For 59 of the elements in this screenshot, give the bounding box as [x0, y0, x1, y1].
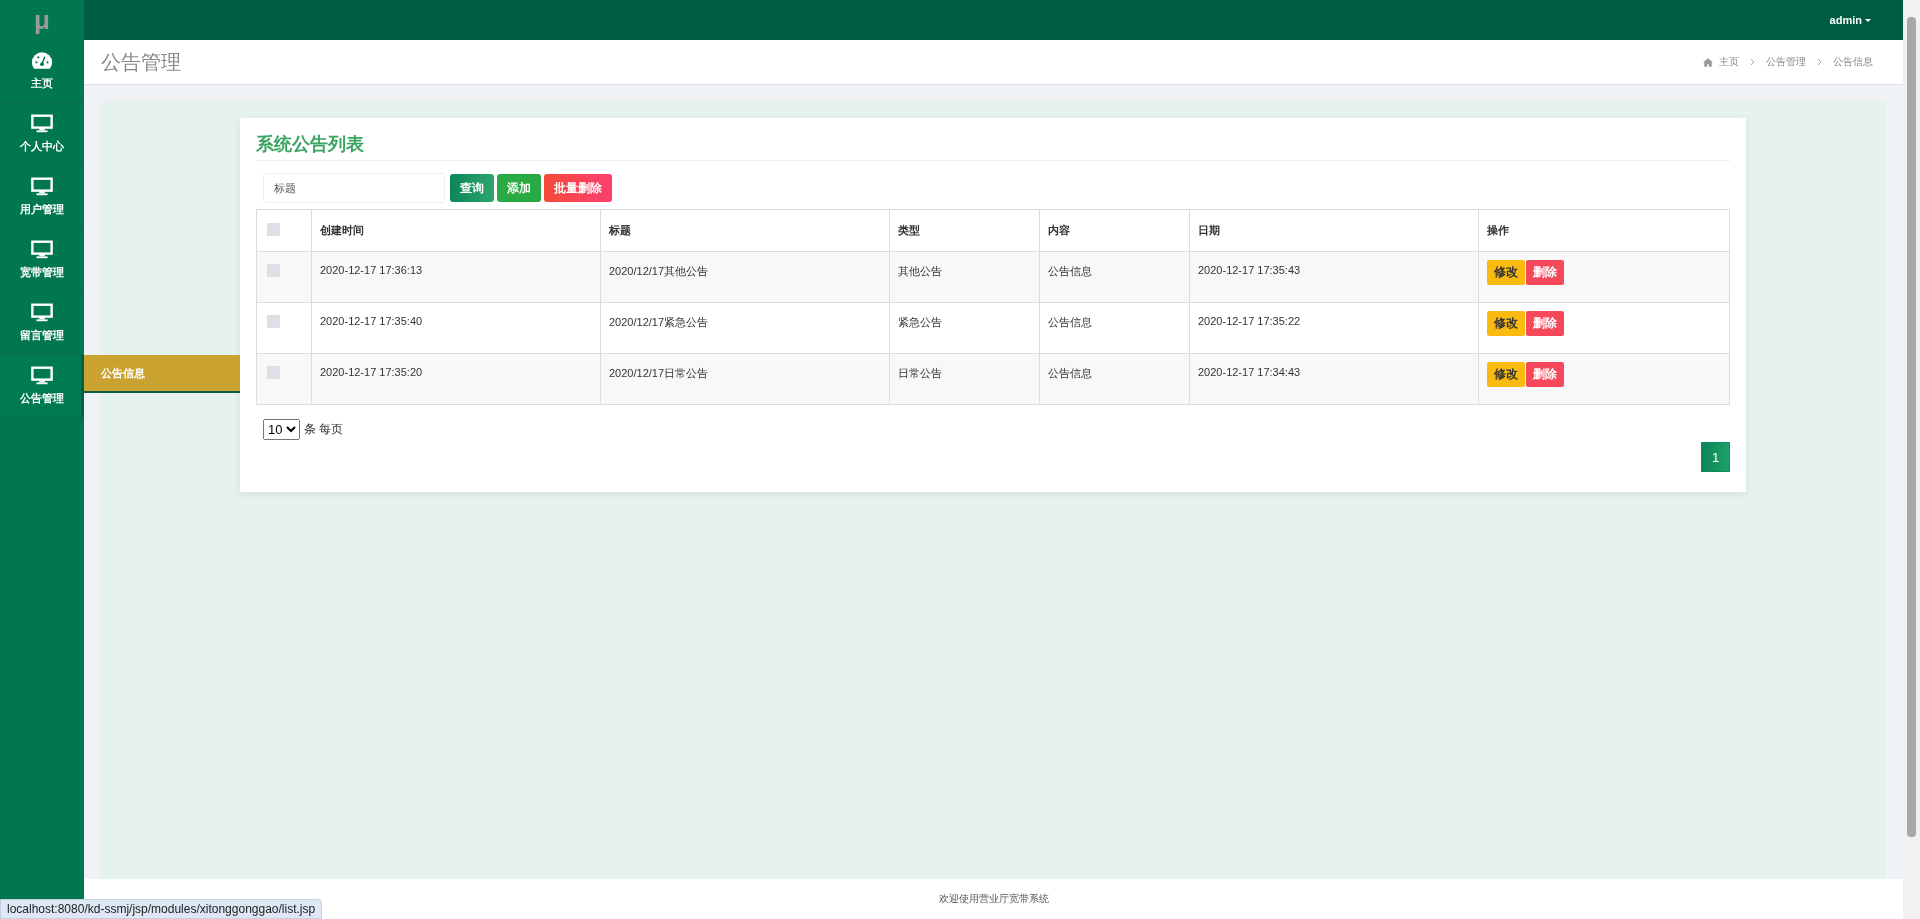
monitor-icon — [31, 177, 53, 196]
page-title: 公告管理 — [101, 49, 181, 75]
table-cell: 公告信息 — [1039, 251, 1190, 303]
monitor-icon — [31, 303, 53, 322]
checkbox[interactable] — [267, 223, 280, 236]
sidebar-item[interactable]: 公告管理 — [0, 355, 84, 418]
table-cell: 2020-12-17 17:35:40 — [311, 302, 601, 354]
status-url: localhost:8080/kd-ssmj/jsp/modules/xitonggonggao/list.jsp — [0, 899, 323, 919]
breadcrumb-link[interactable]: 公告信息 — [1833, 55, 1873, 69]
table-cell: 2020/12/17紧急公告 — [600, 302, 890, 354]
home-icon — [1703, 57, 1713, 67]
breadcrumb-link[interactable]: 公告管理 — [1766, 55, 1806, 69]
search-field[interactable]: 标题 — [263, 173, 445, 203]
row-action-button[interactable]: 修改 — [1487, 311, 1525, 336]
table-cell: 2020-12-17 17:35:43 — [1189, 251, 1479, 303]
table-cell: 2020-12-17 17:35:22 — [1189, 302, 1479, 354]
table-cell: 日常公告 — [889, 353, 1040, 405]
chevron-icon — [1750, 58, 1755, 66]
page-button[interactable]: 1 — [1701, 442, 1730, 472]
row-action-button[interactable]: 修改 — [1487, 260, 1525, 285]
table-cell: 2020-12-17 17:34:43 — [1189, 353, 1479, 405]
breadcrumb-link[interactable]: 主页 — [1719, 55, 1739, 69]
toolbar-button[interactable]: 添加 — [497, 174, 541, 202]
row-action-button[interactable]: 删除 — [1526, 260, 1564, 285]
column-header: 类型 — [889, 209, 1040, 252]
page-size-label: 条 每页 — [304, 421, 344, 438]
column-header: 标题 — [600, 209, 890, 252]
monitor-icon — [31, 114, 53, 133]
table-cell: 2020/12/17日常公告 — [600, 353, 890, 405]
monitor-icon — [31, 366, 53, 385]
toolbar-button[interactable]: 批量删除 — [544, 174, 612, 202]
user-menu[interactable]: admin — [1829, 14, 1871, 26]
chevron-icon — [1817, 58, 1822, 66]
table-cell: 公告信息 — [1039, 353, 1190, 405]
row-action-button[interactable]: 删除 — [1526, 311, 1564, 336]
table-cell: 公告信息 — [1039, 302, 1190, 354]
column-header: 操作 — [1478, 209, 1730, 252]
checkbox[interactable] — [267, 366, 280, 379]
table-cell: 2020/12/17其他公告 — [600, 251, 890, 303]
checkbox[interactable] — [267, 264, 280, 277]
checkbox[interactable] — [267, 315, 280, 328]
page-size-select[interactable]: 10 — [263, 419, 300, 440]
logo: μ — [33, 3, 51, 37]
row-action-button[interactable]: 修改 — [1487, 362, 1525, 387]
column-header: 创建时间 — [311, 209, 601, 252]
table-cell: 紧急公告 — [889, 302, 1040, 354]
row-action-button[interactable]: 删除 — [1526, 362, 1564, 387]
table-cell: 2020-12-17 17:35:20 — [311, 353, 601, 405]
column-header: 日期 — [1189, 209, 1479, 252]
toolbar-button[interactable]: 查询 — [450, 174, 494, 202]
card-title: 系统公告列表 — [256, 132, 1730, 161]
column-header: 内容 — [1039, 209, 1190, 252]
gauge-icon — [31, 51, 53, 70]
caret-icon — [1865, 18, 1871, 22]
table-cell: 其他公告 — [889, 251, 1040, 303]
footer-text: 欢迎使用营业厅宽带系统 — [938, 892, 1049, 906]
scrollbar[interactable] — [1903, 0, 1920, 919]
table-cell: 2020-12-17 17:36:13 — [311, 251, 601, 303]
monitor-icon — [31, 240, 53, 259]
